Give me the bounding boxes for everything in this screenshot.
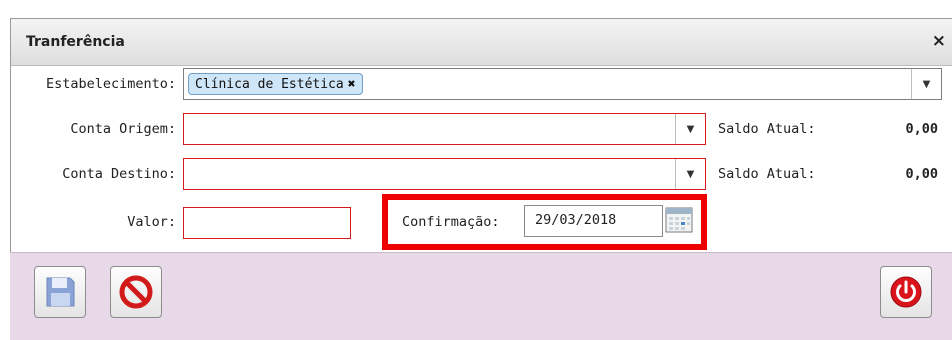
chevron-down-icon[interactable]: ▼ xyxy=(675,114,705,144)
dialog-title: Tranferência xyxy=(26,34,125,50)
cancel-button[interactable] xyxy=(110,266,162,318)
conta-origem-label: Conta Origem: xyxy=(70,121,176,137)
chip-label: Clínica de Estética xyxy=(195,76,344,92)
confirmacao-highlight xyxy=(382,194,707,250)
valor-label: Valor: xyxy=(127,214,176,230)
saldo-atual-label: Saldo Atual: xyxy=(718,121,816,137)
close-icon[interactable]: × xyxy=(932,31,946,51)
power-button[interactable] xyxy=(880,266,932,318)
save-button[interactable] xyxy=(34,266,86,318)
dialog-titlebar: Tranferência × xyxy=(11,19,952,66)
chevron-down-icon[interactable]: ▼ xyxy=(911,69,941,99)
floppy-disk-icon xyxy=(46,277,75,307)
estabelecimento-select[interactable]: Clínica de Estética ✖ ▼ xyxy=(183,68,942,100)
estabelecimento-label: Estabelecimento: xyxy=(45,76,176,92)
power-icon xyxy=(890,276,922,308)
estabelecimento-chip: Clínica de Estética ✖ xyxy=(188,73,363,95)
conta-origem-select[interactable]: ▼ xyxy=(183,113,706,145)
conta-destino-label: Conta Destino: xyxy=(62,166,176,182)
saldo-origem-value: 0,00 xyxy=(905,121,938,137)
conta-destino-select[interactable]: ▼ xyxy=(183,158,706,190)
prohibited-icon xyxy=(119,275,153,309)
chevron-down-icon[interactable]: ▼ xyxy=(675,159,705,189)
chip-remove-icon[interactable]: ✖ xyxy=(348,77,356,92)
valor-input[interactable] xyxy=(183,207,351,239)
saldo-destino-value: 0,00 xyxy=(905,166,938,182)
dialog-footer xyxy=(10,252,952,340)
saldo-atual-label: Saldo Atual: xyxy=(718,166,816,182)
